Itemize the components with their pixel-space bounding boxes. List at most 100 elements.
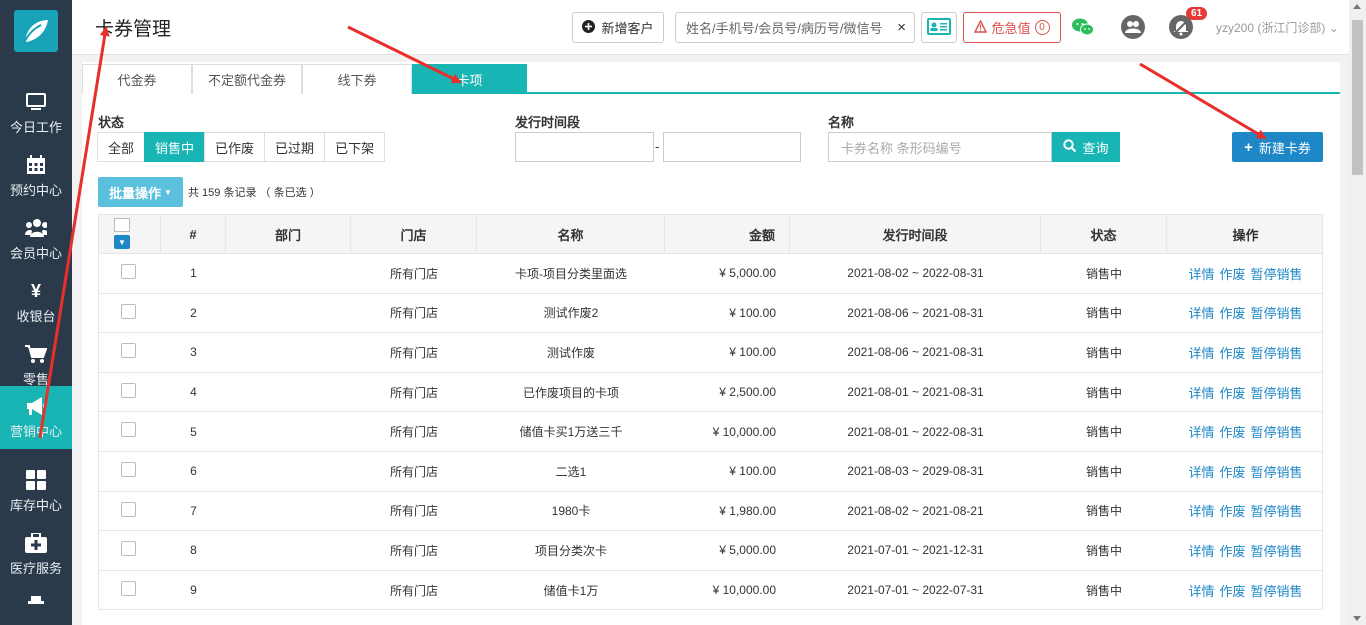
tab-offline-voucher[interactable]: 线下券 xyxy=(302,64,412,94)
record-count: 共 159 条记录 （ 条已选 ） xyxy=(188,187,321,199)
row-number: 8 xyxy=(190,543,197,558)
void-link[interactable]: 作废 xyxy=(1219,501,1245,520)
sidebar-item-marketing[interactable]: 营销中心 xyxy=(0,386,72,449)
clear-icon[interactable]: × xyxy=(897,19,906,36)
detail-link[interactable]: 详情 xyxy=(1188,383,1214,402)
column-header-status: 状态 xyxy=(1041,215,1167,253)
row-checkbox[interactable] xyxy=(121,303,136,319)
select-all-checkbox[interactable] xyxy=(114,218,130,232)
card-name-input[interactable]: 卡券名称 条形码编号 xyxy=(828,132,1052,162)
sidebar-item-inventory[interactable]: 库存中心 xyxy=(0,460,72,523)
yen-icon: ¥ xyxy=(30,280,41,301)
pause-sale-link[interactable]: 暂停销售 xyxy=(1251,303,1303,322)
row-amount: ¥ 10,000.00 xyxy=(712,583,776,598)
table-header-row: ▼ # 部门 门店 名称 金额 发行时间段 状态 操作 xyxy=(98,214,1323,254)
void-link[interactable]: 作废 xyxy=(1219,462,1245,481)
detail-link[interactable]: 详情 xyxy=(1188,422,1214,441)
row-status: 销售中 xyxy=(1085,345,1122,360)
row-status: 销售中 xyxy=(1085,425,1122,440)
void-link[interactable]: 作废 xyxy=(1219,422,1245,441)
add-customer-label: 新增客户 xyxy=(601,21,654,36)
customer-search-input[interactable]: 姓名/手机号/会员号/病历号/微信号 × xyxy=(675,12,915,43)
status-option-expired[interactable]: 已过期 xyxy=(264,132,326,162)
scroll-thumb[interactable] xyxy=(1352,20,1363,175)
row-actions: 详情 作废 暂停销售 xyxy=(1167,373,1324,412)
query-button[interactable]: 查询 xyxy=(1052,132,1120,162)
sidebar-item-label: 收银台 xyxy=(16,309,56,324)
row-checkbox[interactable] xyxy=(121,501,136,517)
detail-link[interactable]: 详情 xyxy=(1188,581,1214,600)
batch-operation-button[interactable]: 批量操作 ▼ xyxy=(98,177,183,207)
pause-sale-link[interactable]: 暂停销售 xyxy=(1251,581,1303,600)
status-option-all[interactable]: 全部 xyxy=(97,132,146,162)
row-period: 2021-08-02 ~ 2022-08-31 xyxy=(847,266,984,281)
row-checkbox[interactable] xyxy=(121,343,136,359)
row-period: 2021-08-01 ~ 2021-08-31 xyxy=(847,385,984,400)
batch-operation-label: 批量操作 xyxy=(109,185,162,201)
row-name: 卡项-项目分类里面选 xyxy=(515,266,627,281)
sidebar-item-cashier[interactable]: ¥ 收银台 xyxy=(0,271,72,334)
new-card-button[interactable]: + 新建卡券 xyxy=(1232,132,1323,162)
detail-link[interactable]: 详情 xyxy=(1188,343,1214,362)
row-select-cell xyxy=(99,571,161,610)
row-actions: 详情 作废 暂停销售 xyxy=(1167,571,1324,610)
tab-variable-voucher[interactable]: 不定额代金券 xyxy=(192,64,302,94)
row-amount: ¥ 100.00 xyxy=(729,345,776,360)
status-option-voided[interactable]: 已作废 xyxy=(204,132,266,162)
table-row: 8 所有门店 项目分类次卡 ¥ 5,000.00 2021-07-01 ~ 2021-1… xyxy=(98,531,1323,571)
row-select-cell xyxy=(99,531,161,570)
detail-link[interactable]: 详情 xyxy=(1188,264,1214,283)
row-checkbox[interactable] xyxy=(121,264,136,279)
scroll-down-arrow[interactable] xyxy=(1353,616,1361,621)
team-settings-icon[interactable] xyxy=(1120,14,1146,40)
void-link[interactable]: 作废 xyxy=(1219,264,1245,283)
app-logo[interactable] xyxy=(14,10,58,52)
pause-sale-link[interactable]: 暂停销售 xyxy=(1251,422,1303,441)
pause-sale-link[interactable]: 暂停销售 xyxy=(1251,501,1303,520)
critical-value-button[interactable]: 危急值 0 xyxy=(963,12,1061,43)
add-customer-button[interactable]: 新增客户 xyxy=(572,12,664,43)
row-department xyxy=(226,412,351,451)
row-checkbox[interactable] xyxy=(121,580,136,596)
row-department xyxy=(226,452,351,491)
row-actions: 详情 作废 暂停销售 xyxy=(1167,254,1324,293)
detail-link[interactable]: 详情 xyxy=(1188,541,1214,560)
void-link[interactable]: 作废 xyxy=(1219,303,1245,322)
table-row: 4 所有门店 已作废项目的卡项 ¥ 2,500.00 2021-08-01 ~ 2021… xyxy=(98,372,1324,413)
pause-sale-link[interactable]: 暂停销售 xyxy=(1251,541,1303,560)
sidebar-item-appointment[interactable]: 预约中心 xyxy=(0,145,72,208)
row-checkbox[interactable] xyxy=(121,541,136,557)
sidebar-item-members[interactable]: 会员中心 xyxy=(0,208,72,271)
caret-down-icon: ▼ xyxy=(164,187,172,197)
status-option-delisted[interactable]: 已下架 xyxy=(324,132,386,162)
void-link[interactable]: 作废 xyxy=(1219,383,1245,402)
detail-link[interactable]: 详情 xyxy=(1188,462,1214,481)
detail-link[interactable]: 详情 xyxy=(1188,501,1214,520)
scroll-up-arrow[interactable] xyxy=(1353,4,1361,9)
tab-card-item[interactable]: 卡项 xyxy=(412,64,527,94)
sidebar-item-today-work[interactable]: 今日工作 xyxy=(0,82,72,145)
row-status: 销售中 xyxy=(1085,306,1122,321)
row-checkbox[interactable] xyxy=(121,382,136,398)
void-link[interactable]: 作废 xyxy=(1219,541,1245,560)
status-option-on-sale[interactable]: 销售中 xyxy=(144,132,206,162)
row-checkbox[interactable] xyxy=(121,461,136,477)
period-end-input[interactable] xyxy=(663,132,801,162)
pause-sale-link[interactable]: 暂停销售 xyxy=(1251,343,1303,362)
pause-sale-link[interactable]: 暂停销售 xyxy=(1251,462,1303,481)
void-link[interactable]: 作废 xyxy=(1219,343,1245,362)
period-start-input[interactable] xyxy=(515,132,654,162)
sidebar-item-medical[interactable]: 医疗服务 xyxy=(0,523,72,586)
user-menu[interactable]: yzy200 (浙江门诊部) ⌄ xyxy=(1216,19,1339,36)
pause-sale-link[interactable]: 暂停销售 xyxy=(1251,264,1303,283)
void-link[interactable]: 作废 xyxy=(1219,581,1245,600)
row-checkbox[interactable] xyxy=(121,422,136,438)
pause-sale-link[interactable]: 暂停销售 xyxy=(1251,383,1303,402)
tab-voucher[interactable]: 代金券 xyxy=(82,64,192,94)
detail-link[interactable]: 详情 xyxy=(1188,303,1214,322)
page-scrollbar[interactable] xyxy=(1349,0,1366,625)
sidebar-item-more[interactable] xyxy=(0,582,72,625)
id-card-button[interactable] xyxy=(921,12,957,43)
wechat-icon[interactable] xyxy=(1070,14,1096,40)
select-dropdown-icon[interactable]: ▼ xyxy=(114,235,130,249)
